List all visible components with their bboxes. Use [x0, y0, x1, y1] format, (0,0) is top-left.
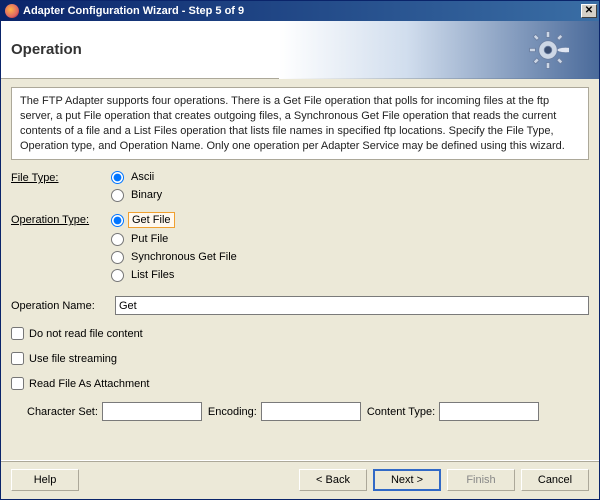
- check-do-not-read-input[interactable]: [11, 327, 24, 340]
- radio-put-file-label: Put File: [128, 232, 171, 246]
- radio-sync-get-file[interactable]: Synchronous Get File: [111, 250, 240, 264]
- encoding-field: Encoding:: [208, 402, 361, 421]
- radio-get-file-label: Get File: [128, 212, 175, 228]
- radio-sync-get-file-input[interactable]: [111, 251, 124, 264]
- operation-name-input[interactable]: [115, 296, 589, 315]
- check-read-as-attachment-input[interactable]: [11, 377, 24, 390]
- back-button[interactable]: < Back: [299, 469, 367, 491]
- close-icon[interactable]: ✕: [581, 4, 597, 18]
- file-type-label: File Type:: [11, 170, 111, 184]
- check-do-not-read-label: Do not read file content: [29, 328, 143, 340]
- app-icon: [5, 4, 19, 18]
- file-type-row: File Type: Ascii Binary: [11, 170, 589, 202]
- description-text: The FTP Adapter supports four operations…: [11, 87, 589, 160]
- check-read-as-attachment[interactable]: Read File As Attachment: [11, 377, 589, 390]
- radio-binary[interactable]: Binary: [111, 188, 165, 202]
- radio-put-file[interactable]: Put File: [111, 232, 240, 246]
- operation-name-row: Operation Name:: [11, 296, 589, 315]
- titlebar: Adapter Configuration Wizard - Step 5 of…: [1, 1, 599, 21]
- character-set-label: Character Set:: [27, 406, 98, 418]
- operation-type-label: Operation Type:: [11, 212, 111, 226]
- operation-name-label: Operation Name:: [11, 300, 111, 312]
- wizard-footer: Help < Back Next > Finish Cancel: [1, 460, 599, 499]
- finish-button: Finish: [447, 469, 515, 491]
- check-use-streaming-input[interactable]: [11, 352, 24, 365]
- radio-get-file[interactable]: Get File: [111, 212, 240, 228]
- radio-ascii-input[interactable]: [111, 171, 124, 184]
- encoding-label: Encoding:: [208, 406, 257, 418]
- radio-list-files[interactable]: List Files: [111, 268, 240, 282]
- character-set-field: Character Set:: [27, 402, 202, 421]
- content-type-input[interactable]: [439, 402, 539, 421]
- radio-sync-get-file-label: Synchronous Get File: [128, 250, 240, 264]
- encoding-input[interactable]: [261, 402, 361, 421]
- gear-icon: [527, 29, 569, 71]
- attachment-subfields: Character Set: Encoding: Content Type:: [27, 402, 589, 421]
- radio-put-file-input[interactable]: [111, 233, 124, 246]
- wizard-header: Operation: [1, 21, 599, 79]
- operation-type-radios: Get File Put File Synchronous Get File L…: [111, 212, 240, 282]
- radio-list-files-input[interactable]: [111, 269, 124, 282]
- content-type-label: Content Type:: [367, 406, 435, 418]
- next-button[interactable]: Next >: [373, 469, 441, 491]
- check-read-as-attachment-label: Read File As Attachment: [29, 378, 149, 390]
- content-type-field: Content Type:: [367, 402, 539, 421]
- wizard-window: Adapter Configuration Wizard - Step 5 of…: [0, 0, 600, 500]
- radio-binary-label: Binary: [128, 188, 165, 202]
- cancel-button[interactable]: Cancel: [521, 469, 589, 491]
- character-set-input[interactable]: [102, 402, 202, 421]
- page-title: Operation: [11, 41, 82, 58]
- check-do-not-read[interactable]: Do not read file content: [11, 327, 589, 340]
- help-button[interactable]: Help: [11, 469, 79, 491]
- window-title: Adapter Configuration Wizard - Step 5 of…: [23, 5, 581, 17]
- content-area: The FTP Adapter supports four operations…: [1, 79, 599, 460]
- radio-ascii-label: Ascii: [128, 170, 157, 184]
- radio-ascii[interactable]: Ascii: [111, 170, 165, 184]
- radio-list-files-label: List Files: [128, 268, 177, 282]
- radio-get-file-input[interactable]: [111, 214, 124, 227]
- check-use-streaming-label: Use file streaming: [29, 353, 117, 365]
- operation-type-row: Operation Type: Get File Put File Synchr…: [11, 212, 589, 282]
- header-graphic: [279, 21, 599, 79]
- radio-binary-input[interactable]: [111, 189, 124, 202]
- check-use-streaming[interactable]: Use file streaming: [11, 352, 589, 365]
- file-type-radios: Ascii Binary: [111, 170, 165, 202]
